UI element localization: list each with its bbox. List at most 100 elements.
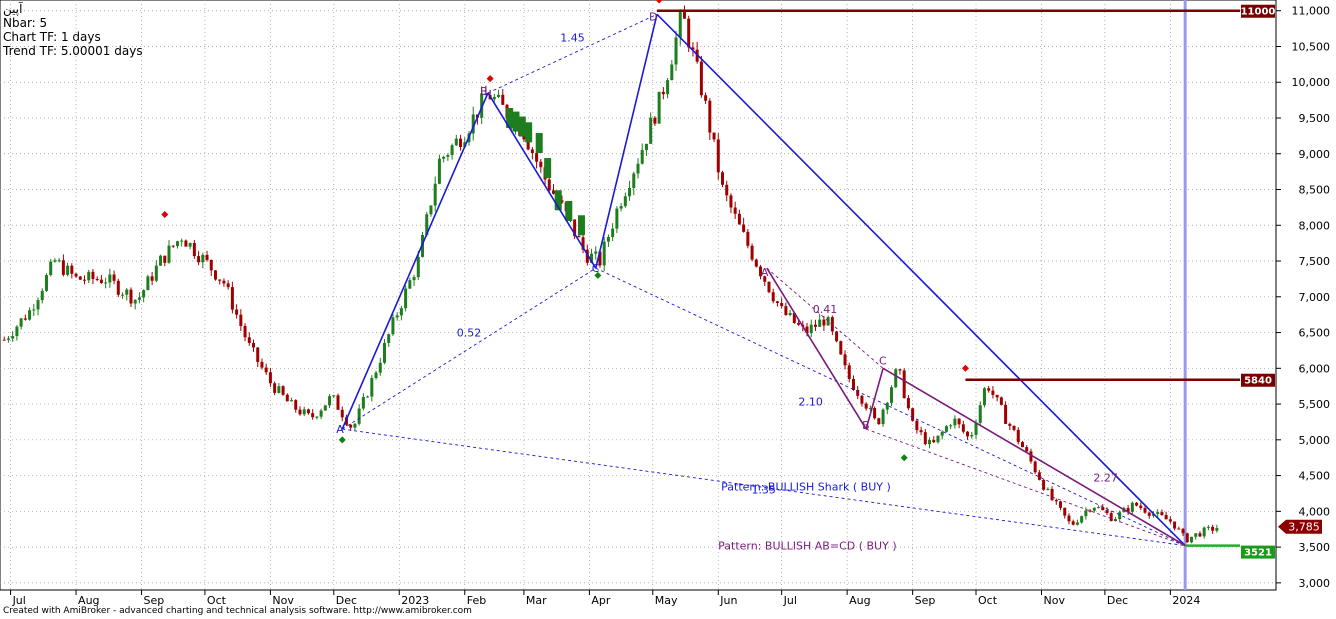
candle-body <box>1160 512 1164 516</box>
candle-body <box>885 402 889 410</box>
nbar-label: Nbar: 5 <box>3 16 48 30</box>
candle-body <box>1025 447 1029 452</box>
candle-body <box>1164 515 1168 520</box>
candle-body <box>1130 502 1134 512</box>
candle-body <box>898 369 902 371</box>
candle-body <box>687 18 691 48</box>
candle-body <box>894 369 898 388</box>
ratio-label: 2.27 <box>1093 471 1118 484</box>
x-tick-label: Nov <box>1044 594 1066 607</box>
y-tick-label: 10,000 <box>1292 76 1331 89</box>
candle-body <box>890 387 894 403</box>
candle-body <box>1206 526 1210 528</box>
candle-body <box>1071 521 1075 525</box>
candle-body <box>1181 528 1185 534</box>
candle-body <box>632 173 636 188</box>
x-tick-label: Jul <box>783 594 797 607</box>
candle-body <box>949 425 953 427</box>
candle-body <box>919 430 923 433</box>
candle-body <box>780 302 784 307</box>
candle-body <box>577 236 581 238</box>
candle-body <box>1042 479 1046 490</box>
candle-body <box>209 259 213 271</box>
candle-body <box>1185 533 1189 543</box>
trend-block <box>512 111 520 132</box>
candle-body <box>184 240 188 247</box>
grid <box>0 0 1277 591</box>
pattern-abcd-label: Pattern: BULLISH AB=CD ( BUY ) <box>718 540 896 553</box>
candle-body <box>1050 488 1054 501</box>
candle-body <box>239 314 243 326</box>
x-tick-label: May <box>655 594 678 607</box>
candle-body <box>666 80 670 95</box>
candle-body <box>737 213 741 225</box>
candle-body <box>1020 442 1024 448</box>
candle-body <box>1008 423 1012 426</box>
y-tick-label: 5,000 <box>1299 434 1331 447</box>
candle-body <box>340 409 344 418</box>
candle-body <box>551 190 555 194</box>
candle-body <box>940 431 944 436</box>
candle-body <box>708 100 712 133</box>
candle-body <box>416 256 420 278</box>
candle-body <box>661 91 665 95</box>
candle-body <box>699 61 703 96</box>
candle-body <box>121 294 125 296</box>
candle-body <box>180 240 184 242</box>
candle-body <box>302 409 306 415</box>
plot-frame <box>0 0 1277 591</box>
candle-body <box>649 117 653 144</box>
candle-body <box>835 331 839 342</box>
candle-body <box>129 289 133 304</box>
candle-body <box>615 208 619 229</box>
x-tick-label: 2024 <box>1172 594 1200 607</box>
candle-body <box>32 309 36 311</box>
candle-body <box>1173 521 1177 529</box>
candle-body <box>332 395 336 397</box>
swing-point-label: A <box>336 423 344 436</box>
candle-body <box>1139 505 1143 509</box>
candle-body <box>628 187 632 197</box>
candle-body <box>1147 512 1151 516</box>
candle-body <box>911 408 915 421</box>
candle-body <box>408 280 412 289</box>
trend-block <box>544 158 552 179</box>
candle-body <box>264 367 268 373</box>
trend-block <box>565 200 573 221</box>
candle-body <box>260 361 264 368</box>
candle-body <box>361 396 365 409</box>
ratio-label: 1.45 <box>560 32 585 45</box>
candle-body <box>851 378 855 390</box>
candle-body <box>70 265 74 274</box>
candle-body <box>150 276 154 281</box>
swing-point-label: D <box>649 10 657 23</box>
candle-body <box>53 260 57 262</box>
candle-body <box>978 405 982 423</box>
candle-body <box>197 256 201 263</box>
candle-body <box>995 394 999 398</box>
candle-body <box>987 388 991 391</box>
y-tick-label: 9,000 <box>1299 148 1331 161</box>
candle-body <box>74 273 78 277</box>
candle-body <box>57 260 61 262</box>
candle-body <box>944 426 948 432</box>
candle-body <box>750 245 754 260</box>
candle-body <box>733 207 737 214</box>
candle-body <box>201 254 205 263</box>
candle-body <box>1067 515 1071 522</box>
candle-body <box>171 245 175 247</box>
candle-body <box>298 409 302 415</box>
candle-body <box>306 409 310 414</box>
candle-body <box>864 403 868 409</box>
candle-body <box>915 420 919 431</box>
trend-block <box>518 116 526 137</box>
swing-point-label: A <box>761 266 769 279</box>
candle-body <box>230 287 234 310</box>
candle-body <box>1059 501 1063 508</box>
candle-body <box>36 300 40 310</box>
candle-body <box>678 12 682 38</box>
resistance-label: 5840 <box>1244 376 1272 387</box>
candle-body <box>1118 512 1122 520</box>
candle-body <box>374 372 378 379</box>
candle-body <box>133 299 137 304</box>
